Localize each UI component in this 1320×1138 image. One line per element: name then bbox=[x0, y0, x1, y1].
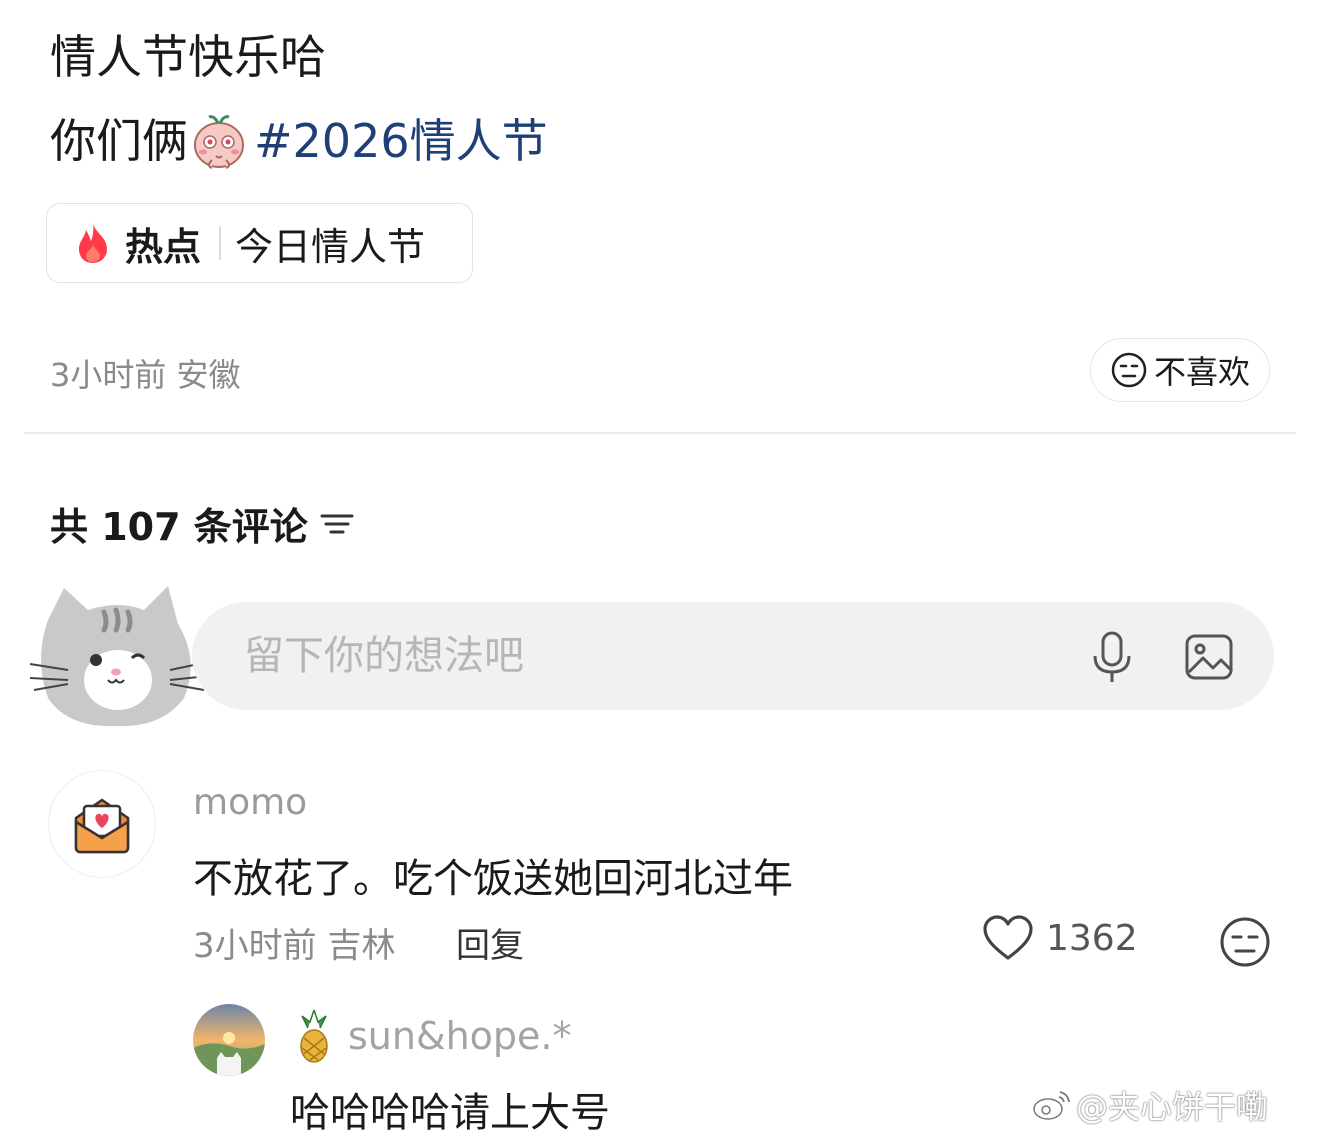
post-text-line-2: 你们俩 #2026情人节 bbox=[50, 112, 548, 170]
chip-divider bbox=[219, 226, 222, 260]
shy-baby-emoji-icon bbox=[190, 112, 248, 170]
image-upload-icon[interactable] bbox=[1184, 632, 1234, 682]
post-hashtag-link[interactable]: #2026情人节 bbox=[254, 118, 548, 164]
dislike-label: 不喜欢 bbox=[1153, 353, 1250, 391]
section-divider bbox=[24, 432, 1296, 434]
comments-count-title: 共 107 条评论 bbox=[50, 505, 308, 549]
love-letter-icon bbox=[74, 798, 130, 854]
commenter-avatar[interactable] bbox=[48, 770, 156, 878]
weibo-logo-icon bbox=[1033, 1091, 1070, 1120]
reply-text: 哈哈哈哈请上大号 bbox=[290, 1090, 610, 1136]
reply-button[interactable]: 回复 bbox=[456, 918, 524, 967]
dislike-button[interactable]: 不喜欢 bbox=[1090, 338, 1270, 402]
comment-location: 吉林 bbox=[327, 926, 396, 966]
heart-icon bbox=[983, 915, 1033, 960]
reply-avatar[interactable] bbox=[193, 1004, 265, 1076]
reply-username[interactable]: sun&hope.* bbox=[348, 1014, 572, 1058]
hot-topic-name: 今日情人节 bbox=[235, 224, 426, 269]
comment-dislike-icon[interactable] bbox=[1218, 915, 1272, 969]
comments-header[interactable]: 共 107 条评论 bbox=[50, 496, 356, 551]
meh-face-icon bbox=[1111, 352, 1147, 388]
microphone-icon[interactable] bbox=[1090, 630, 1134, 686]
pineapple-icon bbox=[300, 1009, 328, 1063]
comment-text: 不放花了。吃个饭送她回河北过年 bbox=[193, 856, 793, 902]
watermark-text: @夹心饼干嘞 bbox=[1076, 1088, 1269, 1126]
post-location: 安徽 bbox=[176, 356, 241, 394]
sort-icon[interactable] bbox=[318, 509, 356, 539]
like-button[interactable]: 1362 bbox=[982, 914, 1138, 962]
like-count: 1362 bbox=[1046, 917, 1138, 959]
hot-topic-chip[interactable]: 热点 今日情人节 bbox=[46, 203, 473, 283]
comment-username[interactable]: momo bbox=[193, 782, 307, 823]
sunset-cat-avatar-icon bbox=[193, 1004, 265, 1076]
post-meta: 3小时前 安徽 bbox=[50, 350, 241, 396]
comment-input[interactable] bbox=[242, 632, 1046, 680]
comment-meta: 3小时前 吉林 bbox=[193, 918, 395, 967]
comment-time: 3小时前 bbox=[193, 926, 317, 966]
post-text-prefix: 你们俩 bbox=[50, 114, 188, 168]
hot-label: 热点 bbox=[125, 224, 202, 269]
watermark: @夹心饼干嘞 bbox=[1032, 1082, 1268, 1128]
cat-avatar-icon bbox=[29, 586, 209, 727]
post-time: 3小时前 bbox=[50, 356, 167, 394]
fire-icon bbox=[79, 223, 107, 263]
post-text-line-1: 情人节快乐哈 bbox=[50, 30, 326, 84]
